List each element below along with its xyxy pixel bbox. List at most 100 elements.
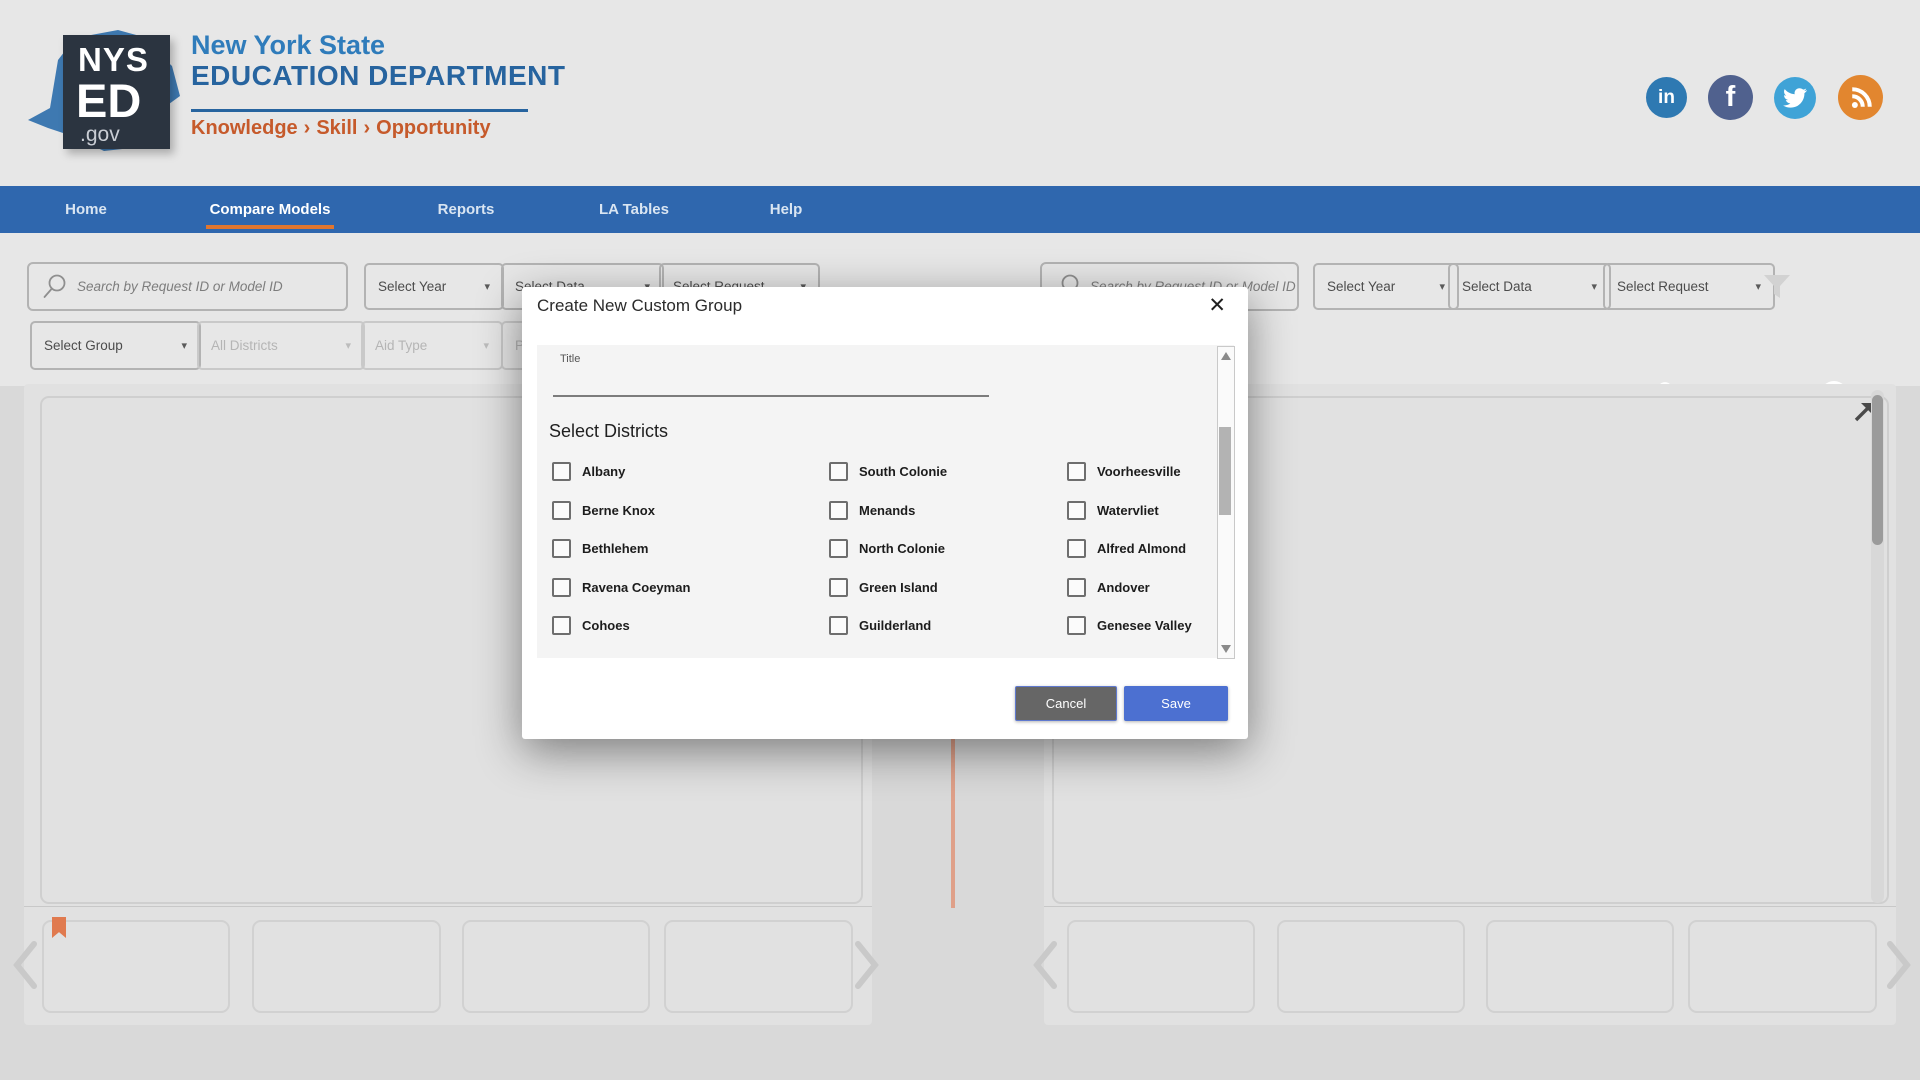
district-label: North Colonie (859, 541, 945, 556)
left-carousel-card-4[interactable] (664, 920, 853, 1013)
left-carousel-card-2[interactable] (252, 920, 441, 1013)
filter-funnel-icon[interactable] (1762, 272, 1792, 302)
right-carousel-prev-icon[interactable] (1032, 940, 1058, 990)
twitter-icon[interactable] (1774, 77, 1816, 119)
select-data-dropdown-right[interactable]: Select Data▾ (1448, 263, 1611, 310)
chevron-down-icon: ▾ (1755, 280, 1761, 293)
district-option: Watervliet (1067, 502, 1212, 519)
district-label: Ravena Coeyman (582, 580, 690, 595)
nav-item-la-tables[interactable]: LA Tables (578, 186, 690, 233)
modal-scrollbar[interactable] (1217, 346, 1235, 659)
select-year-dropdown-left[interactable]: Select Year▾ (364, 263, 504, 310)
district-checkbox[interactable] (1067, 501, 1086, 520)
search-input-left[interactable]: Search by Request ID or Model ID (27, 262, 348, 311)
tagline-word: Opportunity (376, 117, 490, 139)
facebook-icon[interactable]: f (1708, 75, 1753, 120)
right-carousel-card-1[interactable] (1067, 920, 1255, 1013)
linkedin-icon[interactable]: in (1646, 77, 1687, 118)
district-checkbox-grid: Albany South Colonie Voorheesville Berne… (552, 463, 1212, 634)
dropdown-label: Select Group (44, 338, 123, 353)
title-input[interactable] (553, 371, 989, 397)
district-option: Albany (552, 463, 829, 480)
district-option: South Colonie (829, 463, 1067, 480)
district-checkbox[interactable] (1067, 616, 1086, 635)
close-icon[interactable]: ✕ (1208, 293, 1226, 318)
nysed-logo[interactable]: NYS ED .gov (63, 35, 170, 149)
search-icon (41, 273, 69, 301)
district-label: Alfred Almond (1097, 541, 1186, 556)
chevron-down-icon: ▾ (345, 339, 351, 352)
district-checkbox[interactable] (829, 539, 848, 558)
brand-tagline: Knowledge›Skill›Opportunity (191, 117, 491, 140)
district-label: Berne Knox (582, 503, 655, 518)
left-carousel-card-3[interactable] (462, 920, 650, 1013)
chevron-down-icon: ▾ (181, 339, 187, 352)
cancel-button[interactable]: Cancel (1015, 686, 1117, 721)
all-districts-dropdown[interactable]: All Districts ▾ (197, 321, 365, 370)
district-checkbox[interactable] (829, 501, 848, 520)
district-option: Berne Knox (552, 502, 829, 519)
save-button[interactable]: Save (1124, 686, 1228, 721)
nav-item-compare-models[interactable]: Compare Models (198, 186, 342, 233)
chevron-down-icon: ▾ (1439, 280, 1445, 293)
district-checkbox[interactable] (1067, 539, 1086, 558)
dropdown-label: Aid Type (375, 338, 427, 353)
select-group-dropdown[interactable]: Select Group ▾ (30, 321, 201, 370)
scroll-down-icon[interactable] (1221, 645, 1231, 653)
district-option: Ravena Coeyman (552, 579, 829, 596)
tagline-chevron: › (298, 117, 317, 139)
rss-icon[interactable] (1838, 75, 1883, 120)
rss-glyph (1847, 84, 1875, 112)
left-carousel-prev-icon[interactable] (12, 940, 38, 990)
modal-body: Title Select Districts Albany South Colo… (537, 345, 1234, 658)
district-checkbox[interactable] (552, 616, 571, 635)
district-checkbox[interactable] (552, 501, 571, 520)
tagline-word: Skill (316, 117, 357, 139)
right-carousel-card-3[interactable] (1486, 920, 1674, 1013)
right-carousel-card-4[interactable] (1688, 920, 1877, 1013)
chevron-down-icon: ▾ (1591, 280, 1597, 293)
left-carousel-next-icon[interactable] (854, 940, 880, 990)
nav-item-help[interactable]: Help (748, 186, 824, 233)
dropdown-label: Select Year (1327, 279, 1395, 294)
district-label: Menands (859, 503, 915, 518)
district-option: North Colonie (829, 540, 1067, 557)
district-checkbox[interactable] (552, 539, 571, 558)
right-carousel-next-icon[interactable] (1886, 940, 1912, 990)
right-carousel-card-2[interactable] (1277, 920, 1465, 1013)
district-option: Voorheesville (1067, 463, 1212, 480)
district-label: Andover (1097, 580, 1150, 595)
district-checkbox[interactable] (1067, 462, 1086, 481)
panel-scrollbar-thumb[interactable] (1872, 395, 1883, 545)
title-field-label: Title (560, 353, 580, 365)
dropdown-label: Select Year (378, 279, 446, 294)
district-label: Watervliet (1097, 503, 1159, 518)
select-request-dropdown-right[interactable]: Select Request ▾ (1603, 263, 1775, 310)
scroll-up-icon[interactable] (1221, 352, 1231, 360)
nav-item-reports[interactable]: Reports (414, 186, 518, 233)
select-year-dropdown-right[interactable]: Select Year ▾ (1313, 263, 1459, 310)
district-checkbox[interactable] (829, 462, 848, 481)
district-checkbox[interactable] (829, 616, 848, 635)
district-checkbox[interactable] (552, 462, 571, 481)
left-pane-divider (24, 906, 872, 907)
dropdown-label: Select Request (1617, 279, 1709, 294)
search-placeholder: Search by Request ID or Model ID (77, 279, 283, 294)
dropdown-label: All Districts (211, 338, 278, 353)
logo-text-ed: ED (76, 73, 141, 128)
linkedin-glyph: in (1658, 87, 1675, 109)
district-checkbox[interactable] (829, 578, 848, 597)
select-districts-heading: Select Districts (549, 421, 668, 442)
nav-item-home[interactable]: Home (48, 186, 124, 233)
district-checkbox[interactable] (1067, 578, 1086, 597)
modal-title: Create New Custom Group (537, 296, 742, 316)
left-carousel-card-1[interactable] (42, 920, 230, 1013)
brand-name-line2: EDUCATION DEPARTMENT (191, 60, 566, 92)
aid-type-dropdown[interactable]: Aid Type▾ (361, 321, 503, 370)
district-option: Green Island (829, 579, 1067, 596)
district-checkbox[interactable] (552, 578, 571, 597)
main-nav: Home Compare Models Reports LA Tables He… (0, 186, 1920, 233)
district-label: Green Island (859, 580, 938, 595)
modal-scrollbar-thumb[interactable] (1219, 427, 1231, 515)
district-option: Menands (829, 502, 1067, 519)
